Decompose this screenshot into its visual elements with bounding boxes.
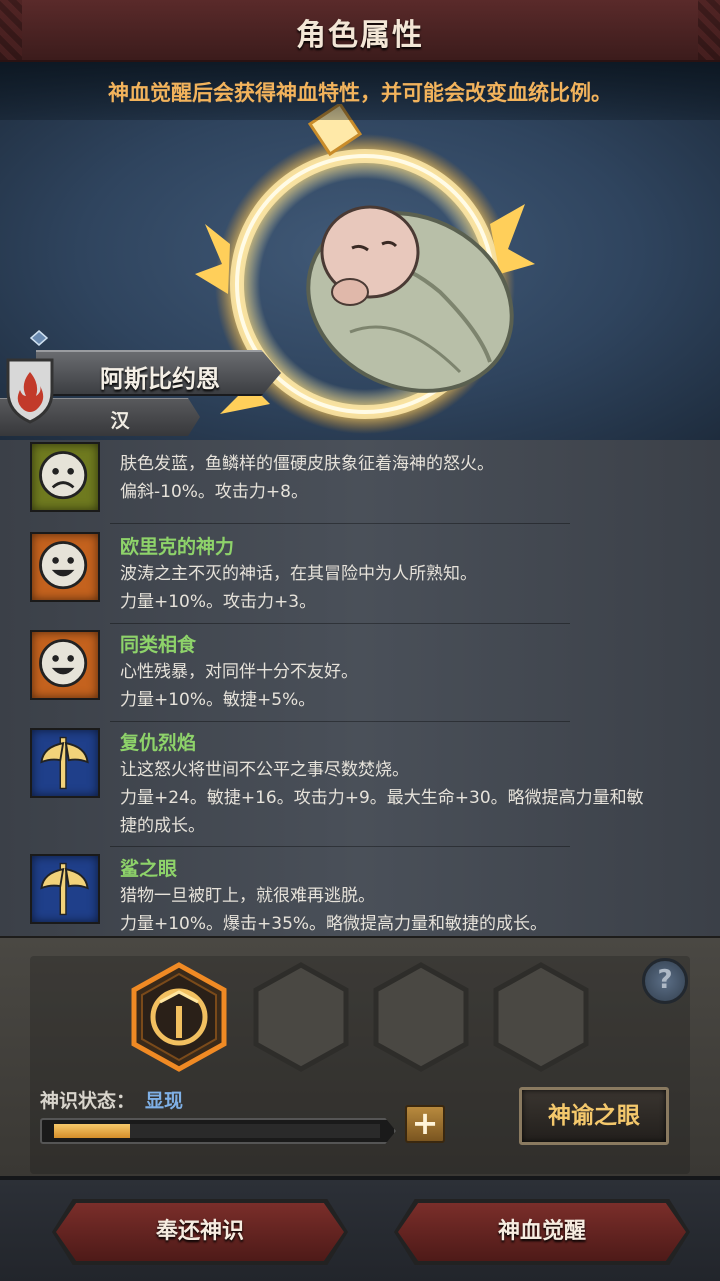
fire-shield-icon (6, 358, 54, 424)
divider (110, 846, 570, 847)
add-progress-button[interactable]: + (405, 1105, 445, 1143)
trait-desc-line: 波涛之主不灭的神话，在其冒险中为人所熟知。 (120, 564, 477, 584)
small-diamond-icon (30, 330, 48, 346)
divider (110, 523, 570, 524)
divider (110, 721, 570, 722)
trait-effect-line: 力量+24。敏捷+16。攻击力+9。最大生命+30。略微提高力量和敏 (120, 788, 644, 808)
trait-desc-line: 让这怒火将世间不公平之事尽数焚烧。 (120, 760, 409, 780)
page-title: 角色属性 (296, 18, 424, 53)
trait-name: 鲨之眼 (120, 858, 178, 880)
trait-effect-line: 捷的成长。 (120, 816, 205, 836)
trait-desc: 心性残暴，对同伴十分不友好。 力量+10%。敏捷+5%。 (120, 658, 700, 714)
trait-name: 欧里克的神力 (120, 536, 235, 558)
character-name: 阿斯比约恩 (100, 365, 220, 393)
trait-desc-line: 猎物一旦被盯上，就很难再逃脱。 (120, 886, 375, 906)
divine-slot-empty[interactable] (372, 962, 470, 1072)
awaken-notice: 神血觉醒后会获得神血特性，并可能会改变血统比例。 (0, 62, 720, 120)
divine-state-value: 显现 (145, 1090, 184, 1112)
divine-slot-empty[interactable] (252, 962, 350, 1072)
progress-fill (54, 1124, 130, 1138)
divine-slot-active[interactable] (130, 962, 228, 1072)
baby-character-icon (306, 205, 514, 393)
divine-state-row: 神识状态： 显现 (40, 1086, 183, 1113)
return-divine-button[interactable]: 奉还神识 (56, 1203, 344, 1261)
character-race: 汉 (110, 410, 130, 432)
trait-desc: 让这怒火将世间不公平之事尽数焚烧。 力量+24。敏捷+16。攻击力+9。最大生命… (120, 756, 700, 840)
axe-icon (30, 854, 100, 924)
trait-effect-line: 力量+10%。攻击力+3。 (120, 592, 317, 612)
divider (110, 623, 570, 624)
divine-slot-empty[interactable] (492, 962, 590, 1072)
axe-icon (30, 728, 100, 798)
smile-face-icon (30, 630, 100, 700)
divine-state-label: 神识状态： (40, 1090, 136, 1112)
trait-desc-line: 心性残暴，对同伴十分不友好。 (120, 662, 358, 682)
sad-face-icon (30, 442, 100, 512)
trait-desc: 肤色发蓝，鱼鳞样的僵硬皮肤象征着海神的怒火。 偏斜-10%。攻击力+8。 (120, 450, 700, 506)
trait-effect-line: 力量+10%。敏捷+5%。 (120, 690, 316, 710)
top-bar: 角色属性 (0, 0, 720, 62)
trait-effect-line: 力量+10%。爆击+35%。略微提高力量和敏捷的成长。 (120, 914, 548, 934)
trait-list[interactable]: 肤色发蓝，鱼鳞样的僵硬皮肤象征着海神的怒火。 偏斜-10%。攻击力+8。 欧里克… (0, 440, 720, 936)
trait-name: 复仇烈焰 (120, 732, 197, 754)
help-icon[interactable]: ? (642, 958, 688, 1004)
smile-face-icon (30, 532, 100, 602)
oracle-eye-button[interactable]: 神谕之眼 (519, 1087, 669, 1145)
trait-effect-line: 偏斜-10%。攻击力+8。 (120, 482, 308, 502)
trait-desc: 波涛之主不灭的神话，在其冒险中为人所熟知。 力量+10%。攻击力+3。 (120, 560, 700, 616)
awaken-button[interactable]: 神血觉醒 (398, 1203, 686, 1261)
trait-desc-line: 肤色发蓝，鱼鳞样的僵硬皮肤象征着海神的怒火。 (120, 454, 494, 474)
divine-progress-bar (40, 1118, 396, 1144)
trait-name: 同类相食 (120, 634, 197, 656)
trait-desc: 猎物一旦被盯上，就很难再逃脱。 力量+10%。爆击+35%。略微提高力量和敏捷的… (120, 882, 700, 936)
